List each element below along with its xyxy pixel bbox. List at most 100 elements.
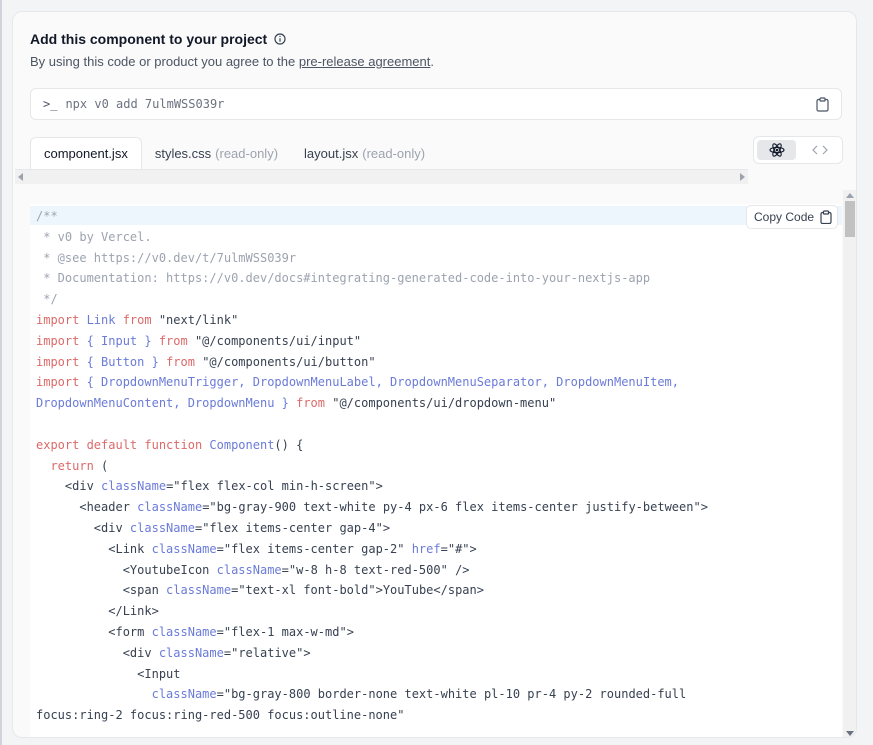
code-token: > [700,500,708,515]
code-token: className [166,583,232,598]
code-line: * v0 by Vercel. [36,228,152,246]
code-token: <Input [36,666,181,681]
code-line: <header className="bg-gray-900 text-whit… [36,498,708,516]
code-token: /** [36,209,58,223]
code-token: > [303,645,311,660]
vertical-scrollbar[interactable] [843,190,856,737]
code-token: "flex items-center gap-2" [223,541,412,556]
tab-component-jsx[interactable]: component.jsx [30,137,142,169]
code-token: className [129,521,195,535]
card-title-text: Add this component to your project [30,31,268,47]
horizontal-scrollbar[interactable] [15,169,748,184]
tab-label: styles.css [154,145,212,161]
code-token: import [36,333,87,348]
code-line: <Input [36,665,181,683]
code-line: import Link from "next/link" [36,311,238,329]
code-token: </Link> [36,604,159,619]
scrollbar-thumb[interactable] [845,201,855,237]
code-token: = [216,687,224,702]
code-token: "@/components/ui/button" [202,354,376,369]
view-toggle [753,136,843,164]
code-line: * Documentation: https://v0.dev/docs#int… [36,269,650,287]
code-token: focus:ring-2 focus:ring-red-500 focus:ou… [36,708,405,723]
code-token: "#" [447,541,470,556]
code-line: export default function Component() { [36,436,303,454]
code-token: from [122,313,159,327]
terminal-prompt-icon: >_ [43,97,58,111]
code-token: * v0 by Vercel. [36,229,152,244]
code-token: import [36,375,87,390]
code-line: </Link> [36,602,159,620]
install-command-box[interactable]: >_ npx v0 add 7ulmWSS039r [30,88,842,120]
code-token: * @see https://v0.dev/t/7ulmWSS039r [36,250,297,265]
code-token: "@/components/ui/dropdown-menu" [332,396,557,411]
code-token: <Link [36,541,152,556]
highlighted-line [30,206,842,225]
scroll-right-arrow-icon[interactable] [740,173,745,181]
left-edge-strip [0,0,2,745]
tab-readonly-suffix: (read-only) [215,145,279,161]
add-component-card: Add this component to your project By us… [12,11,857,738]
code-token: = [440,541,448,556]
code-token: <form [36,625,152,639]
code-token: > [375,479,383,494]
code-token: */ [36,292,58,307]
code-token: = [223,645,232,660]
scroll-up-arrow-icon[interactable] [846,193,854,198]
copy-code-label: Copy Code [754,210,815,224]
code-line: <span className="text-xl font-bold">YouT… [36,581,484,599]
code-token: <div [36,479,102,494]
code-line: DropdownMenuContent, DropdownMenu } from… [36,394,556,412]
agreement-suffix: . [430,54,434,69]
code-token: { Button } [86,354,167,369]
pre-release-agreement-link[interactable]: pre-release agreement [299,54,431,69]
code-token: = [281,562,289,577]
code-line: * @see https://v0.dev/t/7ulmWSS039r [36,249,296,267]
code-token: "@/components/ui/input" [194,333,362,348]
code-line: /** [36,207,58,225]
code-token: DropdownMenuContent, DropdownMenu } [36,396,297,411]
code-token: Link [86,313,123,327]
tab-styles-css[interactable]: styles.css (read-only) [142,137,291,169]
code-line: <div className="flex items-center gap-4"… [36,519,390,537]
code-token: from [296,396,333,411]
code-token: className [137,500,203,515]
code-token: "flex-1 max-w-md" [223,625,347,639]
code-token: <header [36,500,138,515]
info-icon[interactable] [274,33,286,45]
tab-label: component.jsx [44,146,128,161]
install-command-text[interactable]: npx v0 add 7ulmWSS039r [65,97,224,111]
copy-code-button[interactable]: Copy Code [746,205,838,229]
code-line: <YoutubeIcon className="w-8 h-8 text-red… [36,561,470,579]
code-token: Component [209,437,275,452]
file-tabs: component.jsx styles.css (read-only) layo… [30,137,438,169]
clipboard-icon [820,210,832,224]
react-view-button[interactable] [757,140,796,160]
code-token: * Documentation: https://v0.dev/docs#int… [36,271,651,286]
code-token: > [469,541,477,556]
code-line: focus:ring-2 focus:ring-red-500 focus:ou… [36,706,404,724]
clipboard-icon[interactable] [816,97,829,112]
scroll-left-arrow-icon[interactable] [18,173,23,181]
scroll-down-arrow-icon[interactable] [846,731,854,736]
react-icon [768,143,785,157]
code-token: >YouTube</span> [375,583,484,598]
code-token: className [151,687,217,702]
code-token: "next/link" [158,313,239,327]
tab-layout-jsx[interactable]: layout.jsx (read-only) [291,137,438,169]
code-line: <form className="flex-1 max-w-md"> [36,623,354,641]
code-token: "flex items-center gap-4" [202,521,383,535]
code-line: <div className="flex flex-col min-h-scre… [36,477,383,495]
code-token: () { [274,437,304,452]
code-token: <span [36,583,167,598]
code-token: from [166,354,203,369]
code-line: */ [36,290,58,308]
card-title: Add this component to your project [30,31,286,47]
code-viewer[interactable]: /** * v0 by Vercel. * @see https://v0.de… [30,204,842,737]
code-token: className [101,479,167,494]
code-token: className [158,645,224,660]
code-view-button[interactable] [800,140,839,160]
code-line: <Link className="flex items-center gap-2… [36,540,477,558]
code-token: href [411,541,441,556]
